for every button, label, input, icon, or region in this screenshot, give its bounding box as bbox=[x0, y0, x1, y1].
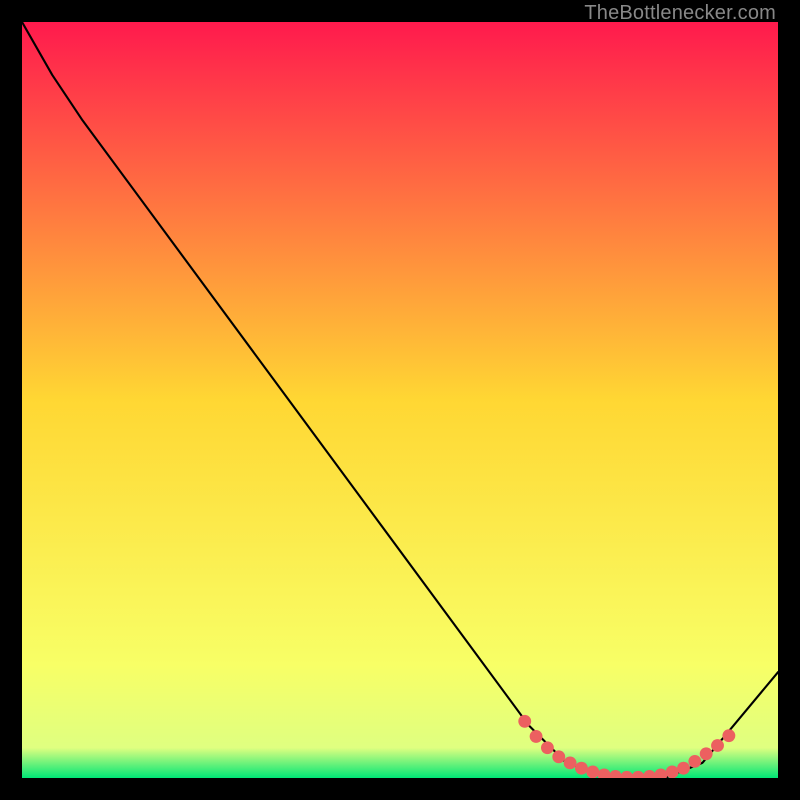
chart-overlay bbox=[22, 22, 778, 778]
valley-marker-dot bbox=[552, 750, 565, 763]
valley-marker-dot bbox=[575, 762, 588, 775]
valley-marker-dot bbox=[722, 729, 735, 742]
chart-area bbox=[22, 22, 778, 778]
attribution-text: TheBottlenecker.com bbox=[584, 2, 776, 25]
bottleneck-curve bbox=[22, 22, 778, 778]
valley-marker-dot bbox=[643, 770, 656, 778]
valley-marker-dot bbox=[711, 739, 724, 752]
valley-marker-dot bbox=[598, 769, 611, 778]
valley-marker-dots bbox=[518, 715, 735, 778]
valley-marker-dot bbox=[541, 741, 554, 754]
valley-marker-dot bbox=[666, 766, 679, 778]
valley-marker-dot bbox=[518, 715, 531, 728]
valley-marker-dot bbox=[700, 747, 713, 760]
valley-marker-dot bbox=[586, 766, 599, 778]
valley-marker-dot bbox=[530, 730, 543, 743]
valley-marker-dot bbox=[654, 769, 667, 778]
valley-marker-dot bbox=[620, 771, 633, 778]
valley-marker-dot bbox=[688, 755, 701, 768]
valley-marker-dot bbox=[677, 762, 690, 775]
valley-marker-dot bbox=[564, 756, 577, 769]
valley-marker-dot bbox=[632, 771, 645, 778]
valley-marker-dot bbox=[609, 770, 622, 778]
